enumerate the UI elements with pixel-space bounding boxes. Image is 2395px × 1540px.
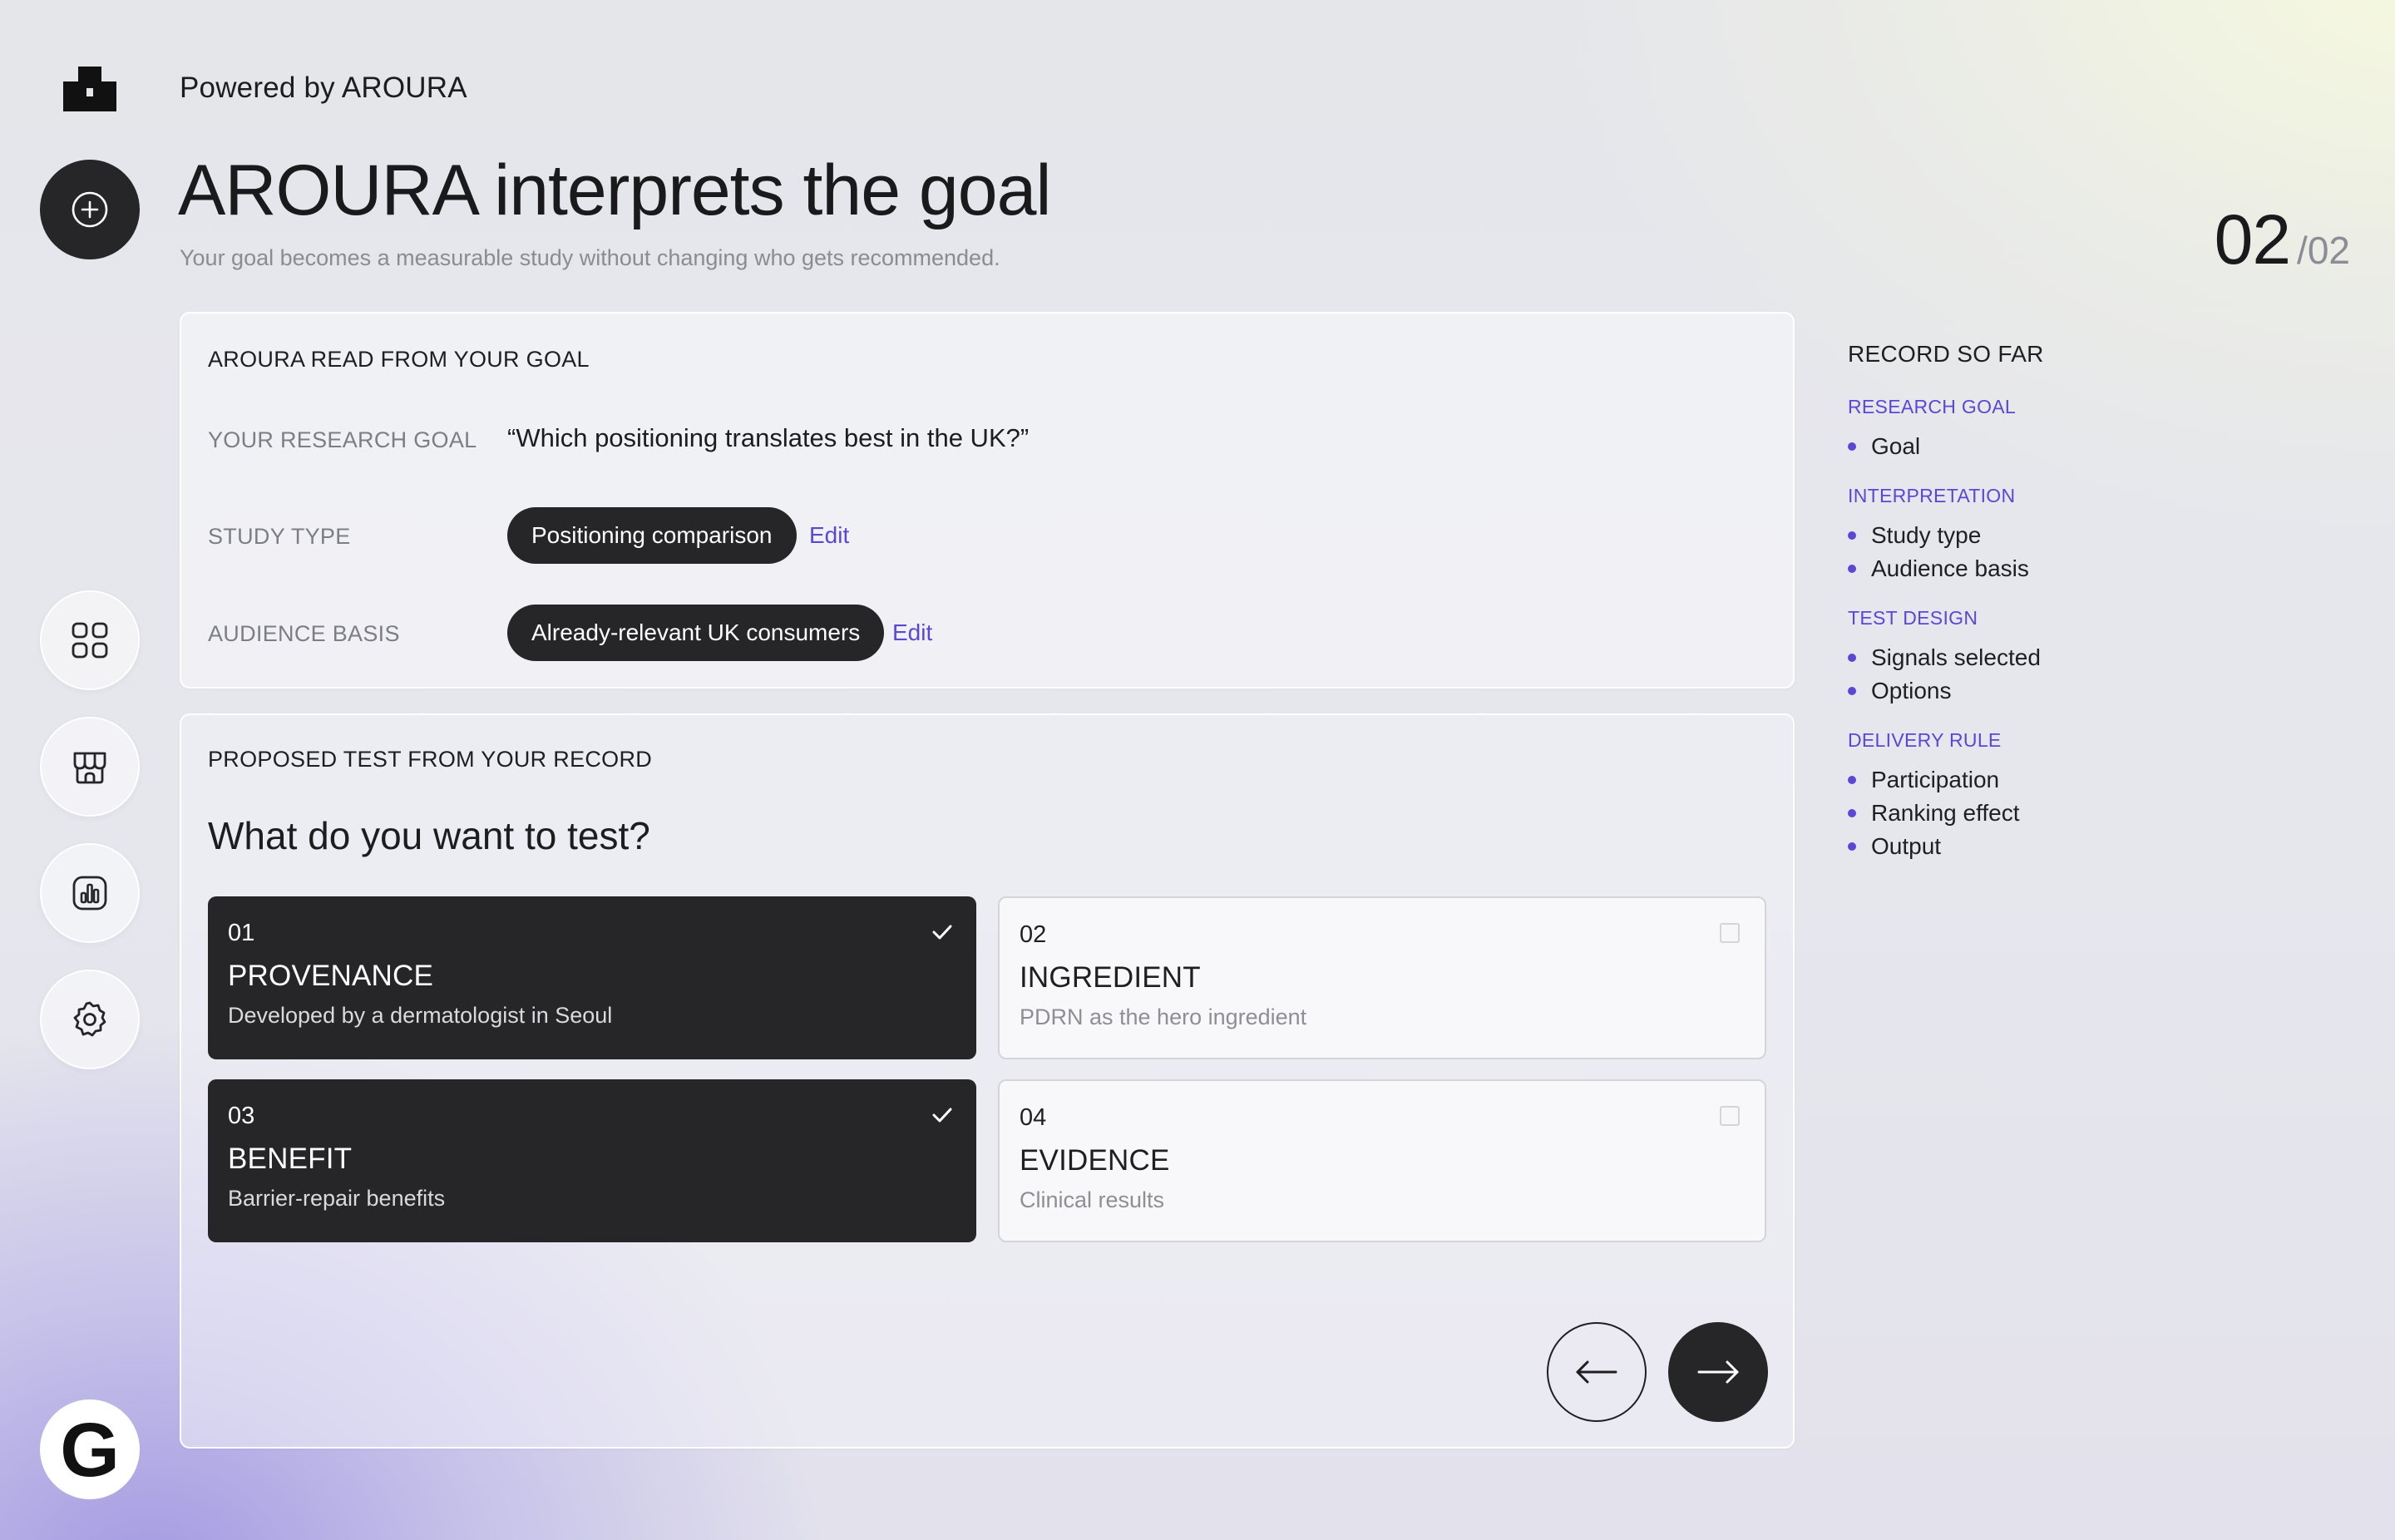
step-current: 02 xyxy=(2214,200,2291,279)
option-card-ingredient[interactable]: 02 INGREDIENT PDRN as the hero ingredien… xyxy=(998,896,1766,1059)
next-button[interactable] xyxy=(1668,1322,1768,1422)
step-total: /02 xyxy=(2297,229,2350,272)
checkbox-empty[interactable] xyxy=(1720,923,1740,943)
record-item-label: Participation xyxy=(1871,767,2000,792)
record-item-label: Audience basis xyxy=(1871,555,2029,581)
record-item-label: Signals selected xyxy=(1871,644,2041,670)
study-type-edit-link[interactable]: Edit xyxy=(809,522,849,549)
record-item: Output xyxy=(1848,830,2314,863)
record-item: Audience basis xyxy=(1848,552,2314,585)
record-item-label: Output xyxy=(1871,833,1942,859)
checkmark-icon xyxy=(932,1108,952,1123)
record-section-interpretation: INTERPRETATION Study type Audience basis xyxy=(1848,485,2314,585)
record-title: RECORD SO FAR xyxy=(1848,341,2044,367)
analytics-nav-button[interactable] xyxy=(40,843,140,943)
powered-by-label: Powered by AROURA xyxy=(180,72,467,104)
previous-button[interactable] xyxy=(1547,1322,1647,1422)
test-question: What do you want to test? xyxy=(208,814,650,857)
option-title: EVIDENCE xyxy=(1020,1144,1170,1177)
record-section-heading: TEST DESIGN xyxy=(1848,607,1978,629)
research-goal-label: YOUR RESEARCH GOAL xyxy=(208,427,477,452)
record-item: Study type xyxy=(1848,519,2314,552)
settings-icon xyxy=(73,1001,106,1037)
record-item-label: Study type xyxy=(1871,522,1982,548)
record-item: Options xyxy=(1848,674,2314,708)
g-badge-button[interactable]: G xyxy=(40,1399,140,1499)
grid-icon xyxy=(72,622,108,659)
chart-icon xyxy=(72,876,107,911)
arrow-right-icon xyxy=(1697,1360,1739,1384)
study-type-label: STUDY TYPE xyxy=(208,524,351,549)
option-card-evidence[interactable]: 04 EVIDENCE Clinical results xyxy=(998,1079,1766,1242)
store-nav-button[interactable] xyxy=(40,717,140,817)
option-number: 01 xyxy=(228,920,255,946)
record-section-heading: INTERPRETATION xyxy=(1848,485,2016,506)
interpretation-card: AROURA READ FROM YOUR GOAL YOUR RESEARCH… xyxy=(180,312,1795,689)
record-section-test-design: TEST DESIGN Signals selected Options xyxy=(1848,607,2314,708)
proposed-test-card: PROPOSED TEST FROM YOUR RECORD What do y… xyxy=(180,713,1795,1449)
record-section-heading: DELIVERY RULE xyxy=(1848,729,2002,751)
option-title: BENEFIT xyxy=(228,1143,353,1175)
proposed-test-heading: PROPOSED TEST FROM YOUR RECORD xyxy=(208,747,653,772)
new-button[interactable] xyxy=(40,160,140,259)
bullet-dot-icon xyxy=(1848,565,1856,573)
record-item: Participation xyxy=(1848,763,2314,797)
page-title: AROURA interprets the goal xyxy=(178,151,1052,230)
arrow-left-icon xyxy=(1576,1360,1617,1384)
audience-basis-pill: Already-relevant UK consumers xyxy=(507,605,885,661)
checkbox-empty[interactable] xyxy=(1720,1106,1740,1126)
option-card-provenance[interactable]: 01 PROVENANCE Developed by a dermatologi… xyxy=(208,896,976,1059)
interpretation-heading: AROURA READ FROM YOUR GOAL xyxy=(208,347,590,372)
checkmark-icon xyxy=(932,925,952,940)
audience-basis-label: AUDIENCE BASIS xyxy=(208,621,400,646)
record-section-delivery-rule: DELIVERY RULE Participation Ranking effe… xyxy=(1848,729,2314,863)
record-item-label: Goal xyxy=(1871,433,1921,459)
page-subtitle: Your goal becomes a measurable study wit… xyxy=(180,245,1000,270)
aroura-logo-icon xyxy=(63,67,116,111)
study-type-pill: Positioning comparison xyxy=(507,507,797,564)
record-item: Ranking effect xyxy=(1848,797,2314,830)
option-title: PROVENANCE xyxy=(228,960,434,992)
dashboard-nav-button[interactable] xyxy=(40,590,140,690)
record-so-far-panel: RECORD SO FAR RESEARCH GOAL Goal INTERPR… xyxy=(1848,341,2314,885)
plus-circle-icon xyxy=(72,191,108,228)
bullet-dot-icon xyxy=(1848,531,1856,540)
record-item-label: Ranking effect xyxy=(1871,800,2020,826)
bullet-dot-icon xyxy=(1848,809,1856,817)
option-description: Clinical results xyxy=(1020,1187,1165,1212)
research-goal-value: “Which positioning translates best in th… xyxy=(507,423,1030,452)
option-number: 03 xyxy=(228,1103,255,1129)
bullet-dot-icon xyxy=(1848,842,1856,851)
option-title: INGREDIENT xyxy=(1020,961,1201,994)
step-counter: 02/02 xyxy=(2215,205,2350,274)
store-icon xyxy=(73,752,106,784)
option-card-benefit[interactable]: 03 BENEFIT Barrier-repair benefits xyxy=(208,1079,976,1242)
bullet-dot-icon xyxy=(1848,442,1856,451)
g-badge-label: G xyxy=(60,1408,120,1493)
bullet-dot-icon xyxy=(1848,776,1856,784)
record-item: Goal xyxy=(1848,430,2314,463)
record-section-research-goal: RESEARCH GOAL Goal xyxy=(1848,396,2314,463)
record-item-label: Options xyxy=(1871,678,1952,703)
record-section-heading: RESEARCH GOAL xyxy=(1848,396,2017,417)
settings-nav-button[interactable] xyxy=(40,970,140,1069)
audience-basis-edit-link[interactable]: Edit xyxy=(892,619,932,646)
option-description: PDRN as the hero ingredient xyxy=(1020,1004,1307,1029)
record-item: Signals selected xyxy=(1848,641,2314,674)
option-number: 02 xyxy=(1020,921,1047,948)
option-number: 04 xyxy=(1020,1104,1047,1131)
option-description: Developed by a dermatologist in Seoul xyxy=(228,1003,613,1028)
bullet-dot-icon xyxy=(1848,654,1856,662)
bullet-dot-icon xyxy=(1848,687,1856,695)
option-description: Barrier-repair benefits xyxy=(228,1186,446,1211)
